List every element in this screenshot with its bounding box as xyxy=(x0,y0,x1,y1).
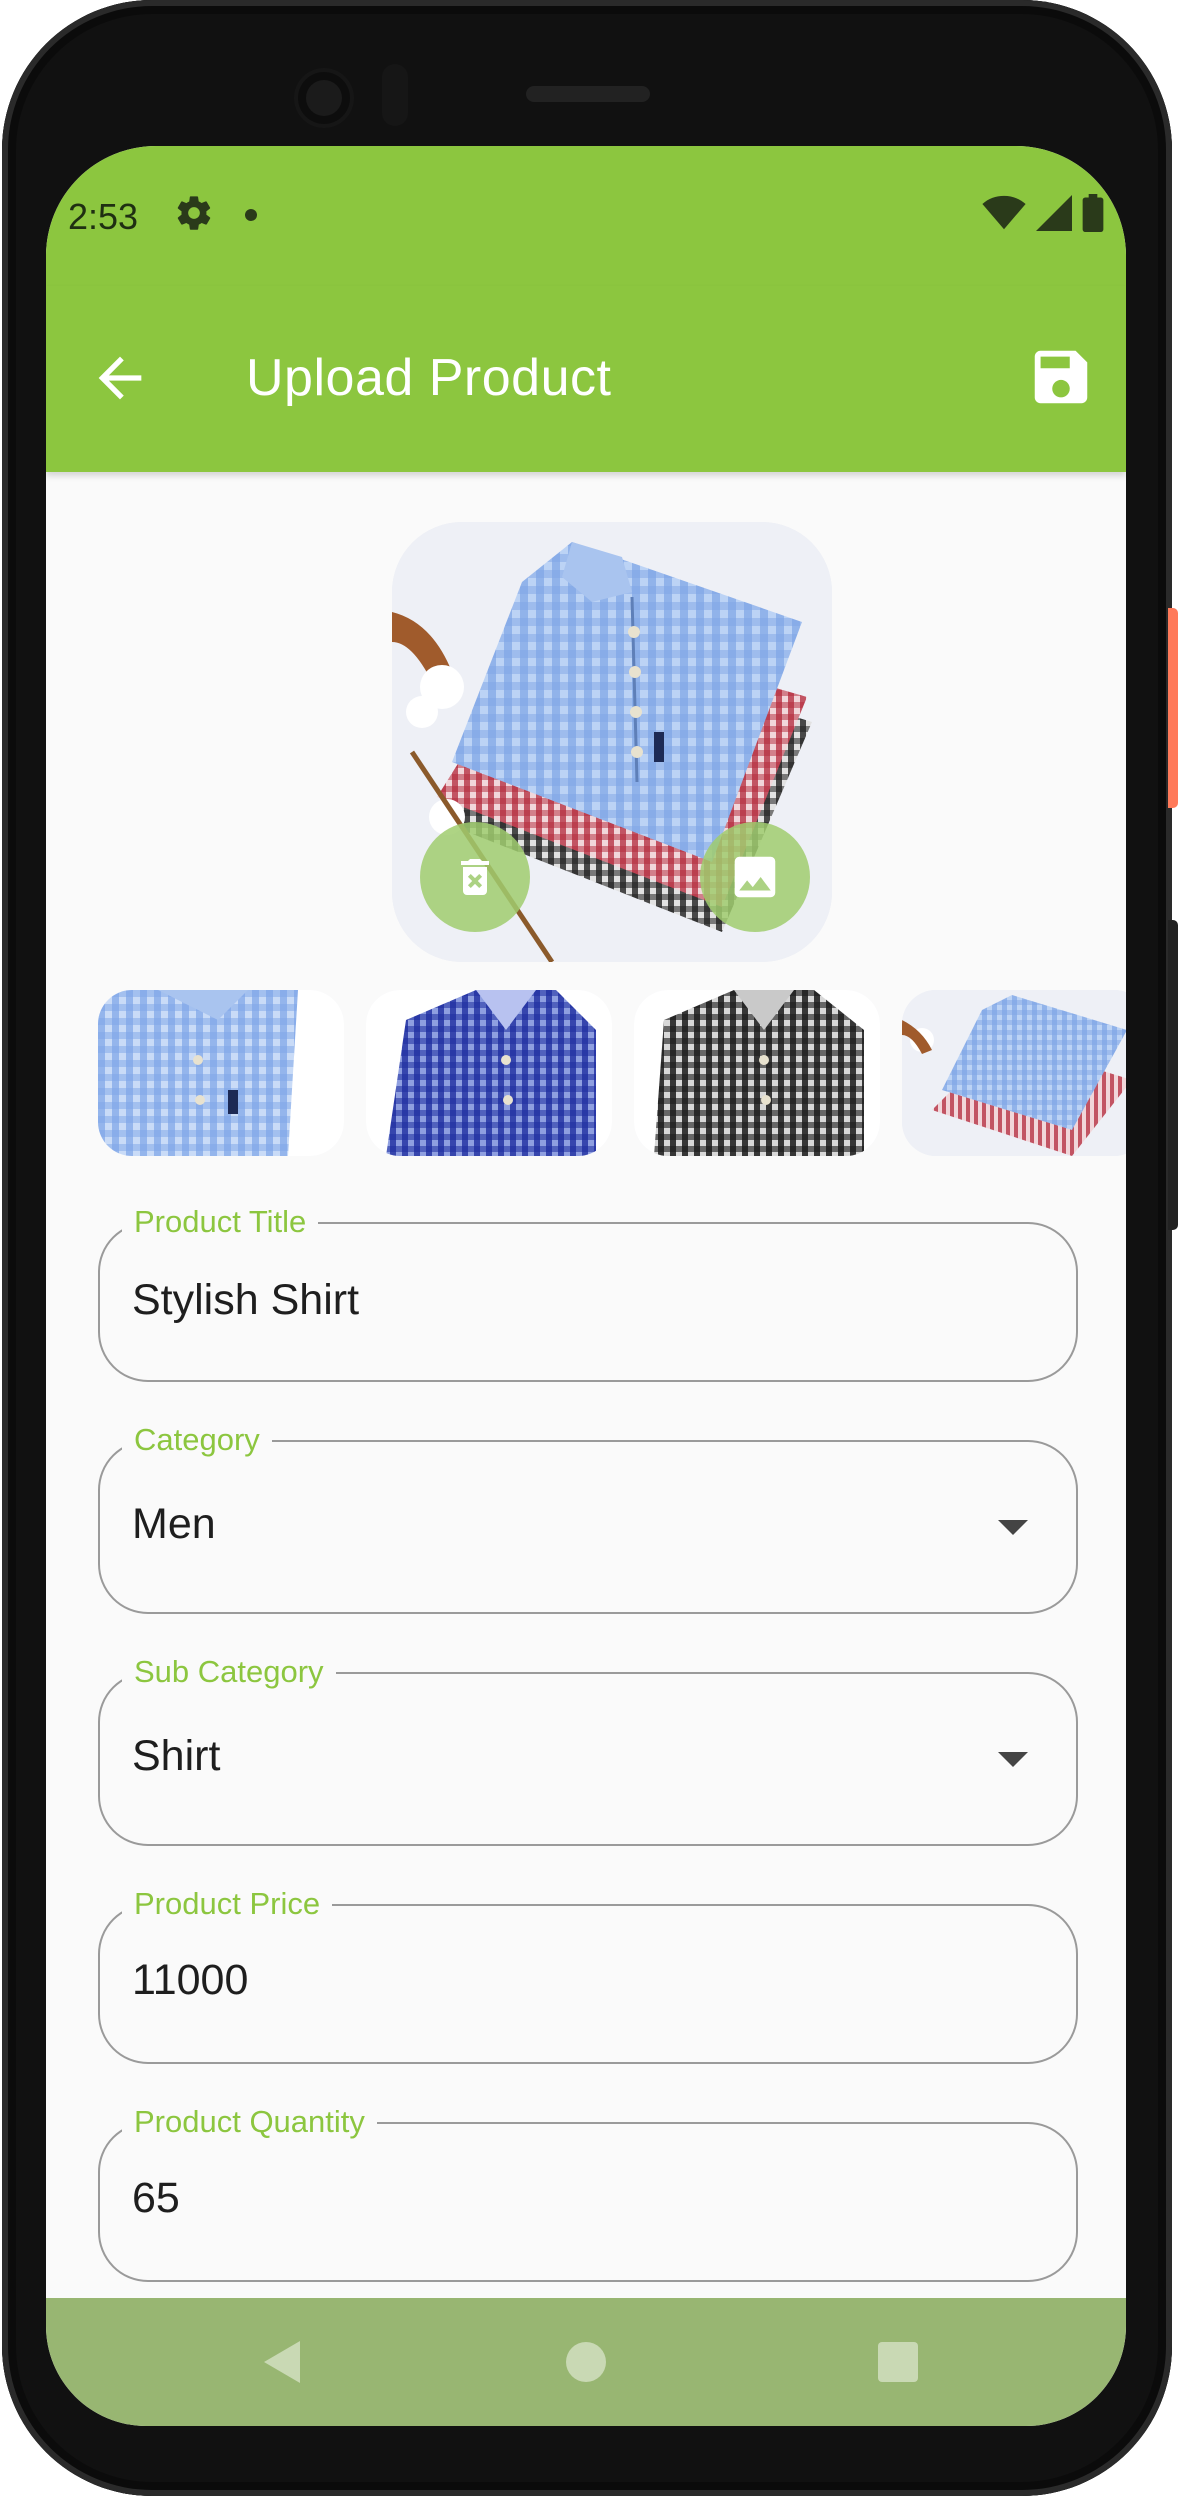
page-title: Upload Product xyxy=(246,349,612,407)
product-price-label: Product Price xyxy=(122,1886,333,1922)
save-button[interactable] xyxy=(1026,342,1096,412)
chevron-down-icon xyxy=(998,1752,1028,1767)
wifi-icon xyxy=(982,195,1026,236)
thumbnail-black[interactable] xyxy=(634,990,880,1156)
status-bar: 2:53 xyxy=(46,146,1126,286)
sub-category-dropdown[interactable]: Sub Category Shirt xyxy=(98,1654,1078,1846)
chevron-down-icon xyxy=(998,1520,1028,1535)
category-dropdown[interactable]: Category Men xyxy=(98,1422,1078,1614)
signal-icon xyxy=(1036,195,1072,236)
product-quantity-label: Product Quantity xyxy=(122,2104,377,2140)
notification-dot-icon xyxy=(244,198,258,228)
product-quantity-value: 65 xyxy=(132,2174,180,2222)
delete-image-button[interactable] xyxy=(420,822,530,932)
arrow-left-icon xyxy=(98,356,142,400)
gear-icon xyxy=(174,193,214,240)
nav-home-button[interactable] xyxy=(556,2332,616,2392)
category-label: Category xyxy=(122,1422,272,1458)
system-nav-bar xyxy=(46,2298,1126,2426)
trash-icon xyxy=(461,859,489,895)
proximity-sensor xyxy=(382,64,408,126)
nav-back-button[interactable] xyxy=(252,2332,312,2392)
nav-recents-icon xyxy=(878,2342,918,2382)
app-bar: Upload Product xyxy=(46,286,1126,472)
product-price-value: 11000 xyxy=(132,1956,249,2004)
product-price-field[interactable]: Product Price 11000 xyxy=(98,1886,1078,2064)
status-time: 2:53 xyxy=(68,196,139,237)
battery-icon xyxy=(1082,194,1104,237)
product-title-value: Stylish Shirt xyxy=(132,1276,360,1324)
thumbnail-light-blue[interactable] xyxy=(98,990,344,1156)
sub-category-label: Sub Category xyxy=(122,1654,336,1690)
earpiece-speaker xyxy=(526,86,650,102)
pick-image-button[interactable] xyxy=(700,822,810,932)
nav-recents-button[interactable] xyxy=(868,2332,928,2392)
front-camera xyxy=(298,72,350,124)
image-icon xyxy=(734,856,776,898)
save-icon xyxy=(1034,350,1088,404)
nav-home-icon xyxy=(566,2342,606,2382)
category-value: Men xyxy=(132,1500,216,1548)
back-button[interactable] xyxy=(88,346,152,410)
product-quantity-field[interactable]: Product Quantity 65 xyxy=(98,2104,1078,2282)
status-icons xyxy=(982,194,1104,237)
thumbnail-stack[interactable] xyxy=(902,990,1126,1156)
screen: 2:53 Upload Product Product Title Stylis… xyxy=(46,146,1126,2426)
sub-category-value: Shirt xyxy=(132,1732,221,1780)
product-title-field[interactable]: Product Title Stylish Shirt xyxy=(98,1204,1078,1382)
volume-button xyxy=(1168,920,1178,1230)
thumbnail-dark-blue[interactable] xyxy=(366,990,612,1156)
power-button xyxy=(1168,608,1178,808)
nav-back-icon xyxy=(264,2341,300,2383)
product-title-label: Product Title xyxy=(122,1204,319,1240)
